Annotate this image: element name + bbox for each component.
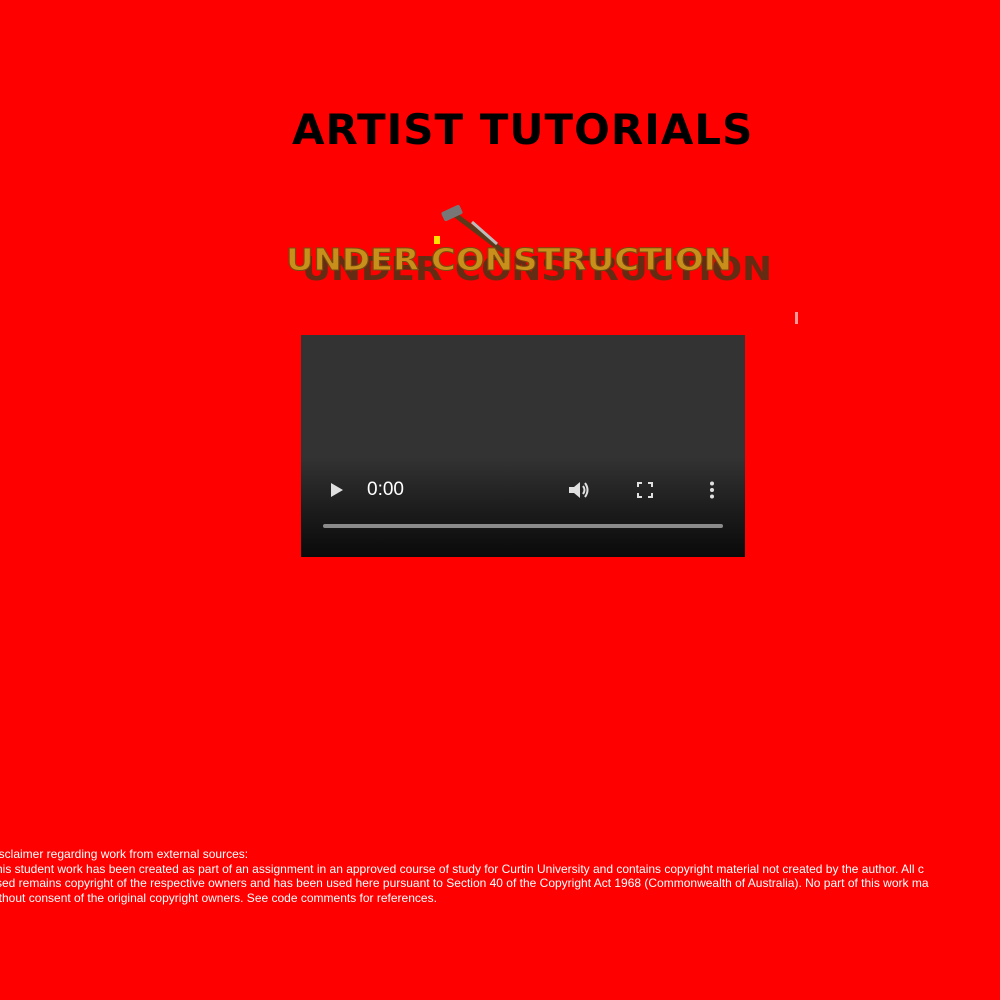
disclaimer-line: his student work has been created as par… — [0, 861, 924, 876]
under-construction-banner: UNDER CONSTRUCTION UNDER CONSTRUCTION — [286, 204, 798, 324]
video-progress-bar[interactable] — [323, 524, 723, 528]
volume-icon[interactable] — [566, 478, 592, 502]
disclaimer-heading: isclaimer regarding work from external s… — [0, 847, 249, 861]
more-options-icon[interactable] — [702, 480, 722, 500]
disclaimer-line: ithout consent of the original copyright… — [0, 890, 437, 905]
page: ARTIST TUTORIALS UNDER CONSTRUCTION UNDE… — [0, 0, 1000, 1000]
video-player[interactable]: 0:00 — [301, 335, 745, 557]
play-icon[interactable] — [325, 479, 347, 501]
disclaimer-line: sed remains copyright of the respective … — [0, 876, 929, 890]
fullscreen-icon[interactable] — [635, 480, 655, 500]
banner-text: UNDER CONSTRUCTION — [286, 243, 732, 278]
video-time: 0:00 — [367, 479, 404, 500]
page-title: ARTIST TUTORIALS — [292, 105, 754, 154]
disclaimer: isclaimer regarding work from external s… — [0, 847, 1000, 905]
